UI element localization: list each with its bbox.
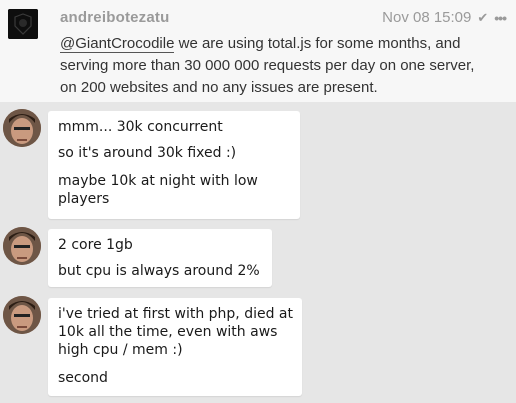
chat-message-line: high cpu / mem :) <box>58 342 183 358</box>
username[interactable]: andreibotezatu <box>60 9 169 26</box>
chat-message-line: 2 core 1gb <box>58 237 133 253</box>
chat-message-line: so it's around 30k fixed :) <box>58 145 237 161</box>
avatar[interactable] <box>3 109 41 147</box>
avatar[interactable] <box>3 296 41 334</box>
chat-bubble: 2 core 1gb but cpu is always around 2% <box>48 229 272 287</box>
avatar[interactable] <box>3 227 41 265</box>
message-text-line2: serving more than 30 000 000 requests pe… <box>60 57 475 74</box>
timestamp[interactable]: Nov 08 15:09 <box>382 9 471 26</box>
more-options-icon[interactable]: ••• <box>494 10 507 26</box>
chat-bubble: i've tried at first with php, died at 10… <box>48 298 302 396</box>
message-meta: Nov 08 15:09 ✔ ••• <box>382 9 507 26</box>
chat-message-line: second <box>58 370 108 386</box>
chat-bubble: mmm... 30k concurrent so it's around 30k… <box>48 111 300 219</box>
chat-message-line: but cpu is always around 2% <box>58 263 260 279</box>
mention-link[interactable]: @GiantCrocodile <box>60 35 175 53</box>
chat-message-line: maybe 10k at night with low <box>58 173 258 189</box>
message-card: andreibotezatu Nov 08 15:09 ✔ ••• @Giant… <box>0 0 516 102</box>
check-icon: ✔ <box>477 9 489 25</box>
message-text-line3: on 200 websites and no any issues are pr… <box>60 79 378 96</box>
message-text: @GiantCrocodile we are using total.js fo… <box>60 33 505 99</box>
avatar[interactable] <box>8 9 38 39</box>
chat-message-line: mmm... 30k concurrent <box>58 119 223 135</box>
message-text-line1: we are using total.js for some months, a… <box>174 35 461 52</box>
chat-message-line: players <box>58 191 110 207</box>
chat-message-line: 10k all the time, even with aws <box>58 324 278 340</box>
chat-message-line: i've tried at first with php, died at <box>58 306 293 322</box>
